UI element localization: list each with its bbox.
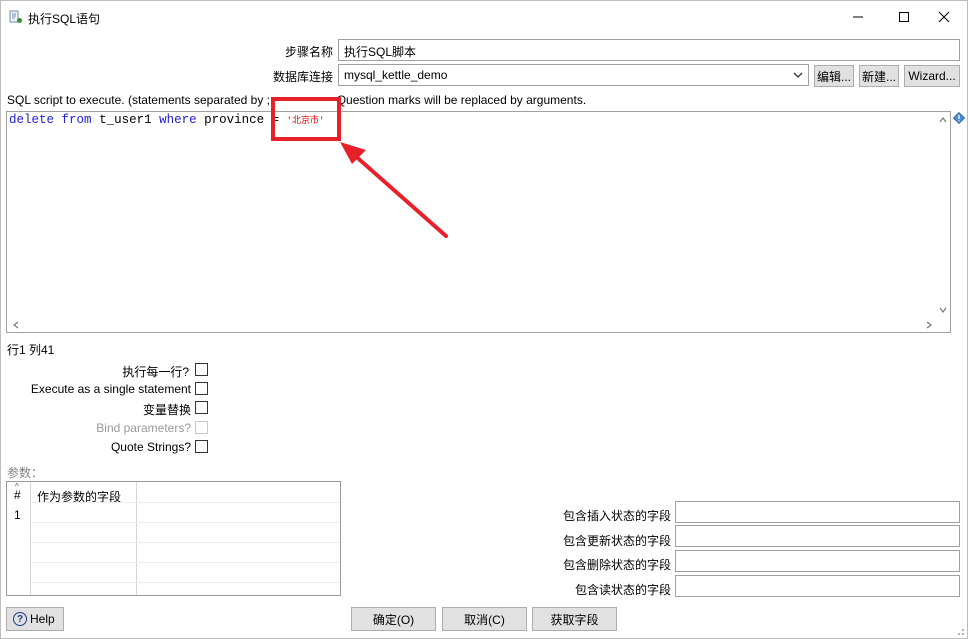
- step-name-label: 步骤名称: [284, 45, 333, 59]
- params-row-number: 1: [14, 508, 21, 522]
- ok-button[interactable]: 确定(O): [351, 607, 436, 631]
- read-status-input[interactable]: [675, 575, 960, 597]
- delete-status-input[interactable]: [675, 550, 960, 572]
- cancel-button[interactable]: 取消(C): [442, 607, 527, 631]
- params-header-hash: #: [14, 488, 21, 502]
- sql-hint-right: Question marks will be replaced by argum…: [336, 93, 587, 107]
- table-row-divider: [31, 522, 340, 523]
- params-col-field: 作为参数的字段: [31, 482, 137, 595]
- wizard-button[interactable]: Wizard...: [904, 65, 960, 87]
- variable-diamond-icon[interactable]: [953, 112, 965, 124]
- editor-vertical-scrollbar[interactable]: [936, 112, 950, 318]
- params-col-hash: ^ # 1: [7, 482, 31, 595]
- db-connection-value: mysql_kettle_demo: [344, 68, 448, 82]
- update-status-input[interactable]: [675, 525, 960, 547]
- execute-each-row-checkbox[interactable]: [195, 363, 208, 376]
- maximize-icon: [899, 12, 909, 22]
- execute-each-row-label: 执行每一行?: [122, 365, 189, 379]
- edit-connection-button[interactable]: 编辑...: [814, 65, 854, 87]
- cursor-position: 行1 列41: [7, 343, 55, 357]
- sql-keyword-where: where: [159, 113, 197, 127]
- sql-keyword-delete: delete: [9, 113, 55, 127]
- new-connection-button[interactable]: 新建...: [859, 65, 899, 87]
- help-button[interactable]: ? Help: [6, 607, 64, 631]
- sql-table-name: t_user1: [99, 113, 152, 127]
- help-label: Help: [30, 612, 55, 626]
- get-fields-button[interactable]: 获取字段: [532, 607, 617, 631]
- step-name-input[interactable]: 执行SQL脚本: [338, 39, 960, 61]
- help-icon: ?: [13, 612, 27, 626]
- sql-string-literal: '北京市': [286, 116, 325, 126]
- chevron-right-icon: [926, 321, 932, 329]
- params-label: 参数：: [7, 466, 44, 480]
- editor-horizontal-scrollbar[interactable]: [7, 318, 936, 332]
- variable-substitution-checkbox[interactable]: [195, 401, 208, 414]
- chevron-down-icon: [939, 307, 947, 313]
- insert-status-input[interactable]: [675, 501, 960, 523]
- minimize-button[interactable]: [835, 1, 881, 33]
- window-title: 执行SQL语句: [28, 12, 101, 26]
- chevron-up-icon: [939, 117, 947, 123]
- title-bar: 执行SQL语句: [1, 1, 967, 33]
- quote-strings-checkbox[interactable]: [195, 440, 208, 453]
- sql-hint-left: SQL script to execute. (statements separ…: [7, 93, 271, 107]
- params-table[interactable]: ^ # 1 作为参数的字段: [6, 481, 341, 596]
- delete-status-label: 包含删除状态的字段: [562, 558, 671, 572]
- resize-grip-icon[interactable]: [953, 624, 965, 636]
- sql-code-line[interactable]: delete from t_user1 where province = '北京…: [9, 113, 324, 127]
- table-row-divider: [31, 582, 340, 583]
- quote-strings-label: Quote Strings?: [110, 440, 191, 454]
- update-status-label: 包含更新状态的字段: [562, 534, 671, 548]
- table-row-divider: [31, 562, 340, 563]
- single-statement-checkbox[interactable]: [195, 382, 208, 395]
- sql-hint-text: SQL script to execute. (statements separ…: [7, 93, 586, 107]
- variable-substitution-label: 变量替换: [142, 403, 191, 417]
- chevron-left-icon: [13, 321, 19, 329]
- sql-keyword-from: from: [61, 113, 92, 127]
- sql-script-icon: [9, 10, 22, 23]
- bind-parameters-checkbox[interactable]: [195, 421, 208, 434]
- chevron-down-icon: [793, 72, 803, 78]
- close-icon: [938, 11, 950, 23]
- close-button[interactable]: [921, 1, 967, 33]
- minimize-icon: [853, 16, 863, 18]
- table-row-divider: [31, 542, 340, 543]
- sql-condition: province =: [204, 113, 280, 127]
- sql-editor[interactable]: delete from t_user1 where province = '北京…: [6, 111, 951, 333]
- bind-parameters-label: Bind parameters?: [96, 421, 191, 435]
- table-row-divider: [31, 502, 340, 503]
- dialog-window: 执行SQL语句 步骤名称 执行SQL脚本 数据库连接 mysql_kettle_…: [0, 0, 968, 639]
- db-connection-select[interactable]: mysql_kettle_demo: [338, 64, 809, 86]
- read-status-label: 包含读状态的字段: [574, 583, 671, 597]
- single-statement-label: Execute as a single statement: [30, 382, 191, 396]
- insert-status-label: 包含插入状态的字段: [562, 509, 671, 523]
- db-connection-label: 数据库连接: [272, 70, 333, 84]
